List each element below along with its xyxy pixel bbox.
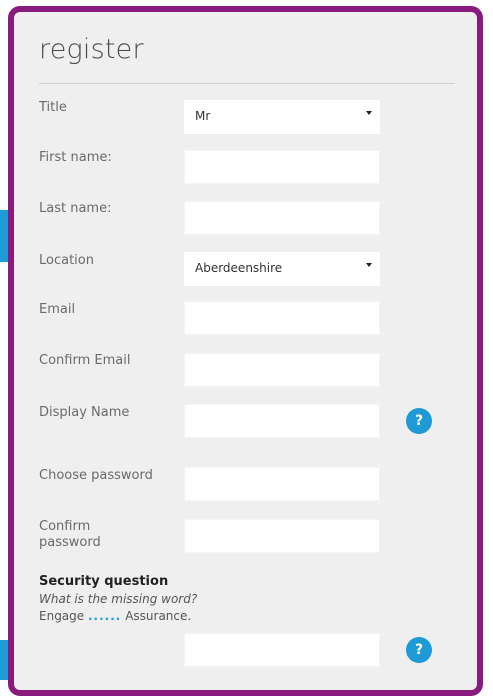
email-label: Email xyxy=(39,302,76,317)
hint-prefix: Engage xyxy=(39,609,85,623)
title-divider xyxy=(39,83,455,84)
last-name-label: Last name: xyxy=(39,201,112,216)
confirm-email-field[interactable] xyxy=(184,353,380,387)
display-name-field[interactable] xyxy=(184,404,380,438)
help-circle-icon[interactable]: ? xyxy=(406,408,432,434)
location-select-value: Aberdeenshire xyxy=(195,261,283,275)
background-right-strip xyxy=(483,0,493,679)
hint-suffix: Assurance. xyxy=(125,609,192,623)
display-name-label: Display Name xyxy=(39,405,130,420)
confirm-email-label: Confirm Email xyxy=(39,353,131,368)
confirm-password-label-line1: Confirm xyxy=(39,519,91,534)
security-question-title: Security question xyxy=(39,574,169,589)
choose-password-field[interactable] xyxy=(184,467,380,501)
choose-password-label: Choose password xyxy=(39,468,153,483)
confirm-password-label-line2: password xyxy=(39,535,101,550)
page-title: register xyxy=(39,34,144,65)
first-name-field[interactable] xyxy=(184,150,380,184)
title-label: Title xyxy=(39,100,67,115)
confirm-password-field[interactable] xyxy=(184,519,380,553)
email-field[interactable] xyxy=(184,301,380,335)
last-name-field[interactable] xyxy=(184,201,380,235)
security-question-text: What is the missing word? xyxy=(39,592,198,606)
hint-dots: ...... xyxy=(88,609,122,623)
title-select-value: Mr xyxy=(195,109,211,123)
register-panel: register Title Mr First name: Last name:… xyxy=(8,6,483,696)
security-question-hint: Engage ...... Assurance. xyxy=(39,609,191,623)
first-name-label: First name: xyxy=(39,150,112,165)
location-label: Location xyxy=(39,253,94,268)
caret-down-icon xyxy=(366,263,372,267)
title-select[interactable]: Mr xyxy=(184,100,380,134)
security-answer-field[interactable] xyxy=(184,633,380,667)
location-select[interactable]: Aberdeenshire xyxy=(184,252,380,286)
help-circle-icon[interactable]: ? xyxy=(406,637,432,663)
caret-down-icon xyxy=(366,111,372,115)
